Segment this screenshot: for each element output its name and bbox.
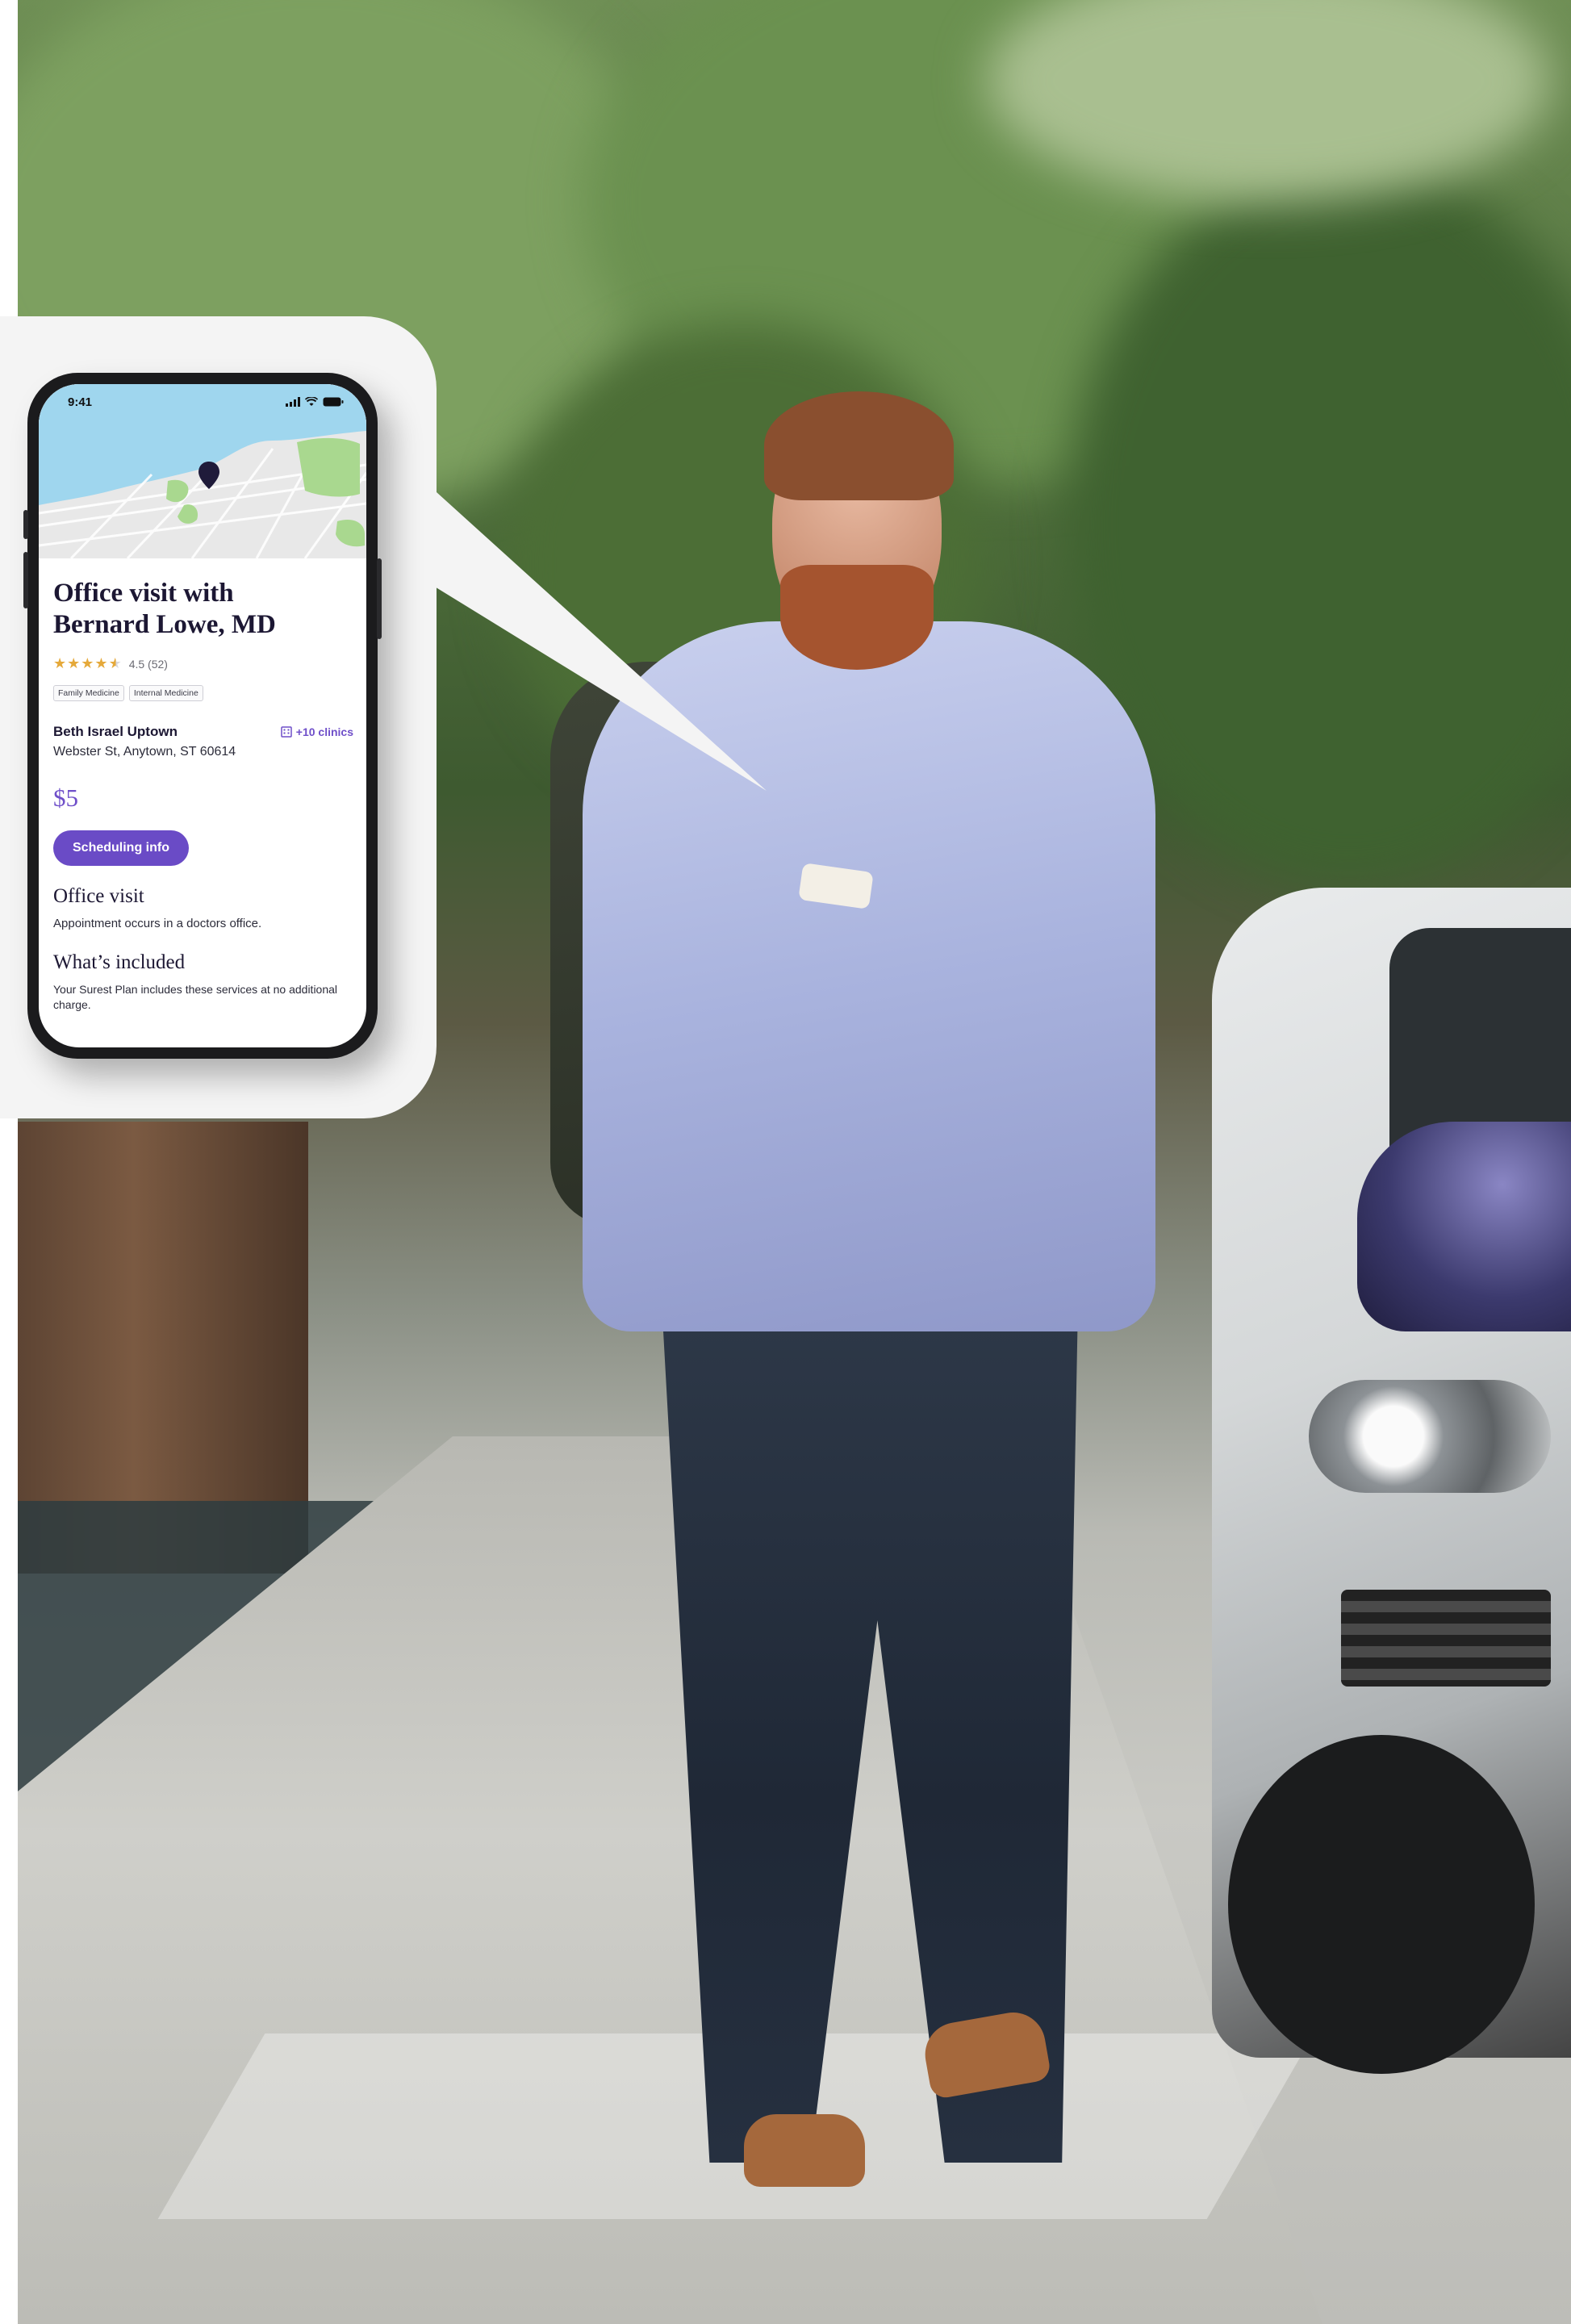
listing-title-line1: Office visit with [53,579,234,608]
phone-side-button [377,558,382,639]
rating-text: 4.5 (52) [128,657,168,671]
star-icon: ★ [53,655,68,671]
person-beard [780,565,934,670]
status-icons [286,397,344,407]
shoe [744,2114,865,2187]
star-icon: ★ [67,655,81,671]
specialty-tag: Family Medicine [53,685,124,701]
more-clinics-label: +10 clinics [295,725,353,738]
side-mirror [1357,1122,1571,1331]
status-bar: 9:41 [39,384,366,420]
phone-screen: 9:41 Office visit with Bernard Lowe, MD … [39,384,366,1047]
star-icon: ★ [81,655,95,671]
listing-details: Office visit with Bernard Lowe, MD ★★★★★… [53,558,353,1013]
signal-icon [286,397,300,407]
clinic-address: Webster St, Anytown, ST 60614 [53,745,236,759]
person-hair [764,391,954,500]
car-wheel [1228,1735,1535,2074]
phone-mockup: 9:41 Office visit with Bernard Lowe, MD … [23,373,382,1059]
battery-icon [323,397,344,407]
car-grille [1341,1590,1551,1687]
specialty-tag: Internal Medicine [128,685,203,701]
phone-side-button [23,552,28,608]
office-visit-text: Appointment occurs in a doctors office. [53,917,262,930]
status-time: 9:41 [68,395,93,409]
office-visit-title: Office visit [53,885,144,907]
star-half-icon: ★ [108,655,123,671]
car-headlight [1309,1380,1551,1493]
price: $5 [53,784,78,812]
rating-row[interactable]: ★★★★★ 4.5 (52) [53,655,353,672]
whats-included-title: What’s included [53,951,186,973]
clinic-row: Beth Israel Uptown +10 clinics [53,724,353,740]
star-icon: ★ [94,655,109,671]
scheduling-info-button[interactable]: Scheduling info [53,830,189,866]
star-rating: ★★★★★ [53,655,123,672]
wifi-icon [305,397,318,406]
phone-side-button [23,510,28,539]
listing-title: Office visit with Bernard Lowe, MD [53,558,353,641]
whats-included-text: Your Surest Plan includes these services… [53,983,338,1011]
building-icon [281,726,292,738]
more-clinics-link[interactable]: +10 clinics [281,725,353,738]
clinic-name: Beth Israel Uptown [53,724,178,739]
specialty-tags: Family Medicine Internal Medicine [53,685,353,701]
listing-title-line2: Bernard Lowe, MD [53,610,276,639]
